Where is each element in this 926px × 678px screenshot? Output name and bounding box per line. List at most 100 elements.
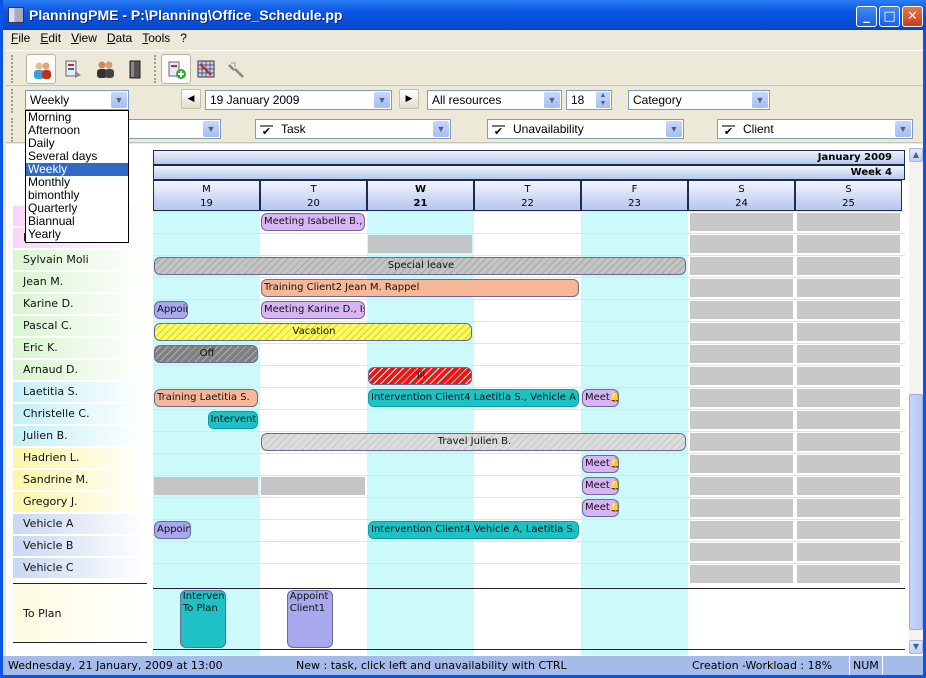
weekend-unavailable-cell[interactable]: [690, 235, 793, 253]
day-header[interactable]: T 22: [474, 180, 581, 211]
checkbox-task[interactable]: ✔: [260, 125, 273, 138]
event-training[interactable]: Training Laetitia S.: [154, 389, 258, 407]
weekend-unavailable-cell[interactable]: [797, 279, 900, 297]
menu-edit[interactable]: Edit: [35, 30, 66, 45]
chevron-down-icon[interactable]: ▼: [666, 121, 682, 137]
count-stepper[interactable]: 18 ▲ ▼: [566, 90, 612, 110]
scroll-thumb[interactable]: [909, 394, 923, 630]
event-travel[interactable]: Travel Julien B.: [261, 433, 686, 451]
tasks-view-button[interactable]: [58, 54, 88, 84]
event-meeting[interactable]: Meeting Karine D., Isal: [261, 301, 365, 319]
resource-row-label[interactable]: Julien B.: [13, 426, 147, 446]
weekend-unavailable-cell[interactable]: [690, 279, 793, 297]
event-meeting[interactable]: Meet🔔: [582, 477, 619, 495]
resource-row-label[interactable]: Eric K.: [13, 338, 147, 358]
resources-select[interactable]: All resources ▼: [427, 90, 562, 110]
weekend-unavailable-cell[interactable]: [690, 257, 793, 275]
weekend-unavailable-cell[interactable]: [690, 323, 793, 341]
menu-view[interactable]: View: [66, 30, 102, 45]
resource-row-label[interactable]: Vehicle C: [13, 558, 147, 578]
resource-row-label[interactable]: Pascal C.: [13, 316, 147, 336]
resource-row-label[interactable]: Sandrine M.: [13, 470, 147, 490]
chevron-down-icon[interactable]: ▼: [895, 121, 911, 137]
weekend-unavailable-cell[interactable]: [797, 521, 900, 539]
filter-grip[interactable]: [11, 89, 14, 113]
weekend-unavailable-cell[interactable]: [797, 499, 900, 517]
period-select[interactable]: Weekly ▼: [25, 90, 129, 110]
to-plan-task[interactable]: Intervent To Plan: [179, 590, 226, 648]
weekend-unavailable-cell[interactable]: [797, 323, 900, 341]
scroll-up-icon[interactable]: ▲: [909, 148, 923, 162]
event-leave[interactable]: Special leave: [154, 257, 686, 275]
event-training[interactable]: Training Client2 Jean M. Rappel: [261, 279, 579, 297]
event-unavail[interactable]: [368, 235, 472, 253]
toolbar-grip[interactable]: [11, 55, 14, 83]
category-select[interactable]: Category ▼: [628, 90, 770, 110]
day-header[interactable]: M 19: [153, 180, 260, 211]
chevron-down-icon[interactable]: ▼: [544, 92, 560, 108]
event-intervention[interactable]: Intervention Client4 Vehicle A, Laetitia…: [368, 521, 579, 539]
event-vacation[interactable]: Vacation: [154, 323, 472, 341]
resource-row-label[interactable]: Sylvain Moli: [13, 250, 147, 270]
filter-grip[interactable]: [11, 118, 14, 142]
weekend-unavailable-cell[interactable]: [690, 367, 793, 385]
chevron-down-icon[interactable]: ▼: [203, 121, 219, 137]
weekend-unavailable-cell[interactable]: [797, 411, 900, 429]
vertical-scrollbar[interactable]: ▲ ▼: [909, 148, 923, 654]
menu-help[interactable]: ?: [175, 30, 192, 45]
day-header[interactable]: S 25: [795, 180, 902, 211]
weekend-unavailable-cell[interactable]: [797, 455, 900, 473]
weekend-unavailable-cell[interactable]: [690, 455, 793, 473]
resource-row-label[interactable]: Gregory J.: [13, 492, 147, 512]
day-header[interactable]: T 20: [260, 180, 367, 211]
weekend-unavailable-cell[interactable]: [690, 433, 793, 451]
event-unavail[interactable]: [261, 477, 365, 495]
event-appoint[interactable]: Appoint: [154, 301, 189, 319]
weekend-unavailable-cell[interactable]: [797, 301, 900, 319]
menu-data[interactable]: Data: [102, 30, 137, 45]
projects-view-button[interactable]: [120, 54, 150, 84]
weekend-unavailable-cell[interactable]: [690, 499, 793, 517]
weekend-unavailable-cell[interactable]: [690, 565, 793, 583]
link-button[interactable]: [221, 54, 251, 84]
weekend-unavailable-cell[interactable]: [690, 411, 793, 429]
event-unavail[interactable]: [154, 477, 258, 495]
weekend-unavailable-cell[interactable]: [797, 477, 900, 495]
spinner-arrows-icon[interactable]: ▲ ▼: [596, 92, 610, 108]
weekend-unavailable-cell[interactable]: [690, 301, 793, 319]
resource-row-label[interactable]: Vehicle B: [13, 536, 147, 556]
new-task-button[interactable]: [161, 54, 191, 84]
minimize-button[interactable]: _: [856, 6, 877, 27]
event-appoint[interactable]: Appoint: [154, 521, 191, 539]
unavailability-filter[interactable]: ✔ Unavailability ▼: [487, 119, 684, 139]
resource-row-label[interactable]: Vehicle A: [13, 514, 147, 534]
maximize-button[interactable]: □: [879, 6, 900, 27]
menu-file[interactable]: File: [6, 30, 35, 45]
event-intervention[interactable]: Intervention Client4 Laetitia S., Vehicl…: [368, 389, 579, 407]
event-meeting[interactable]: Meeting Isabelle B., Ka: [261, 213, 365, 231]
close-button[interactable]: ✕: [902, 6, 923, 27]
chevron-down-icon[interactable]: ▼: [433, 121, 449, 137]
resource-row-label[interactable]: Jean M.: [13, 272, 147, 292]
weekend-unavailable-cell[interactable]: [797, 433, 900, 451]
resource-row-label[interactable]: Christelle C.: [13, 404, 147, 424]
weekend-unavailable-cell[interactable]: [797, 565, 900, 583]
menu-tools[interactable]: Tools: [137, 30, 175, 45]
checkbox-unavailability[interactable]: ✔: [492, 125, 505, 138]
weekend-unavailable-cell[interactable]: [690, 389, 793, 407]
day-header[interactable]: W 21: [367, 180, 474, 211]
event-intervention[interactable]: Interventic: [207, 411, 258, 429]
event-off[interactable]: Off: [154, 345, 258, 363]
previous-date-button[interactable]: ◀: [181, 89, 201, 109]
weekend-unavailable-cell[interactable]: [690, 477, 793, 495]
task-filter[interactable]: ✔ Task ▼: [255, 119, 451, 139]
checkbox-client[interactable]: ✔: [722, 125, 735, 138]
date-picker[interactable]: 19 January 2009 ▼: [205, 90, 392, 110]
chevron-down-icon[interactable]: ▼: [111, 92, 127, 108]
weekend-unavailable-cell[interactable]: [797, 345, 900, 363]
weekend-unavailable-cell[interactable]: [690, 521, 793, 539]
weekend-unavailable-cell[interactable]: [797, 367, 900, 385]
schedule-grid-button[interactable]: [191, 54, 221, 84]
event-ill[interactable]: Ill: [368, 367, 472, 385]
weekend-unavailable-cell[interactable]: [797, 389, 900, 407]
